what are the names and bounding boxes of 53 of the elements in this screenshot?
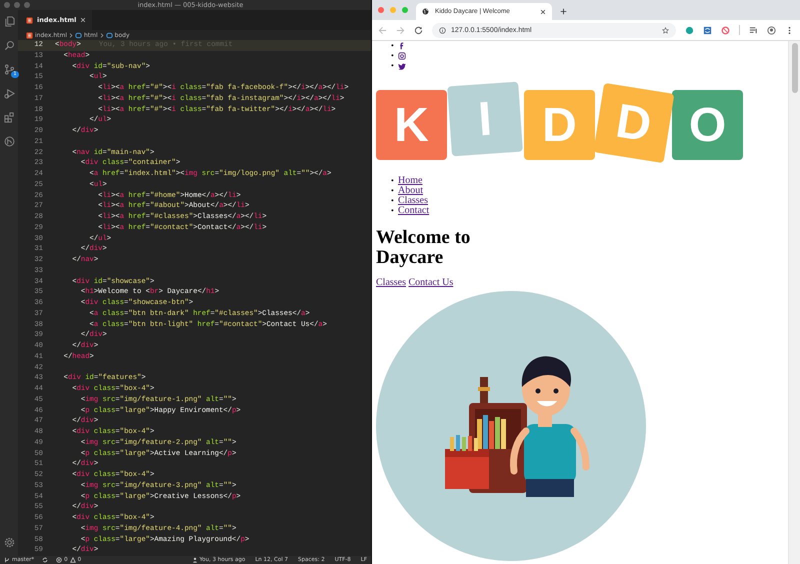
bullet: • bbox=[391, 196, 395, 206]
maximize-dot[interactable] bbox=[402, 7, 408, 13]
nav-link[interactable]: Classes bbox=[398, 196, 428, 206]
html-file-icon bbox=[26, 16, 33, 24]
bullet: • bbox=[391, 206, 395, 216]
info-icon[interactable] bbox=[439, 26, 446, 34]
element-icon bbox=[75, 32, 82, 38]
text-link[interactable]: Contact Us bbox=[408, 277, 454, 288]
profile-icon[interactable] bbox=[767, 26, 776, 34]
extensions-icon[interactable] bbox=[4, 112, 14, 123]
files-icon[interactable] bbox=[4, 16, 14, 27]
warning-icon bbox=[70, 557, 76, 563]
chevron-icon bbox=[100, 32, 104, 38]
chevron-icon bbox=[69, 32, 73, 38]
page-heading: Welcome to Daycare bbox=[376, 228, 472, 268]
bullet: • bbox=[391, 41, 395, 51]
bullet: • bbox=[391, 186, 395, 196]
minimize-dot[interactable] bbox=[14, 2, 20, 8]
globe-icon bbox=[422, 8, 429, 15]
nav-link[interactable]: About bbox=[398, 186, 423, 196]
bullet: • bbox=[391, 176, 395, 186]
branch-icon bbox=[4, 557, 10, 563]
playlist-icon[interactable] bbox=[749, 26, 758, 34]
star-icon[interactable] bbox=[662, 26, 669, 34]
bullet: • bbox=[391, 51, 395, 61]
nav-link[interactable]: Home bbox=[398, 176, 422, 186]
html-file-icon bbox=[26, 32, 33, 38]
extension-square-icon[interactable] bbox=[703, 26, 712, 34]
bullet: • bbox=[391, 61, 395, 71]
branch-icon[interactable] bbox=[4, 64, 14, 75]
new-tab-icon[interactable] bbox=[560, 8, 567, 15]
element-icon bbox=[106, 32, 113, 38]
reload-icon[interactable] bbox=[414, 26, 423, 34]
camera-icon[interactable] bbox=[398, 52, 406, 60]
close-icon[interactable] bbox=[80, 17, 86, 23]
scrollbar[interactable] bbox=[788, 41, 800, 564]
settings-icon[interactable] bbox=[4, 537, 14, 548]
close-icon[interactable] bbox=[540, 8, 546, 14]
close-dot[interactable] bbox=[378, 7, 384, 13]
nav-link[interactable]: Contact bbox=[398, 206, 430, 216]
scrollbar-thumb[interactable] bbox=[792, 43, 798, 93]
error-icon bbox=[56, 557, 62, 563]
sync-icon[interactable] bbox=[42, 557, 48, 563]
extension-ring-icon[interactable] bbox=[721, 26, 730, 34]
search-icon[interactable] bbox=[4, 40, 14, 51]
maximize-dot[interactable] bbox=[24, 2, 30, 8]
extension-circle-icon[interactable] bbox=[685, 26, 694, 34]
minimize-dot[interactable] bbox=[390, 7, 396, 13]
bird-icon[interactable] bbox=[398, 62, 406, 70]
letter-f-icon[interactable] bbox=[398, 42, 406, 50]
text-link[interactable]: Classes bbox=[376, 277, 406, 288]
person-icon bbox=[192, 557, 198, 563]
close-dot[interactable] bbox=[4, 2, 10, 8]
